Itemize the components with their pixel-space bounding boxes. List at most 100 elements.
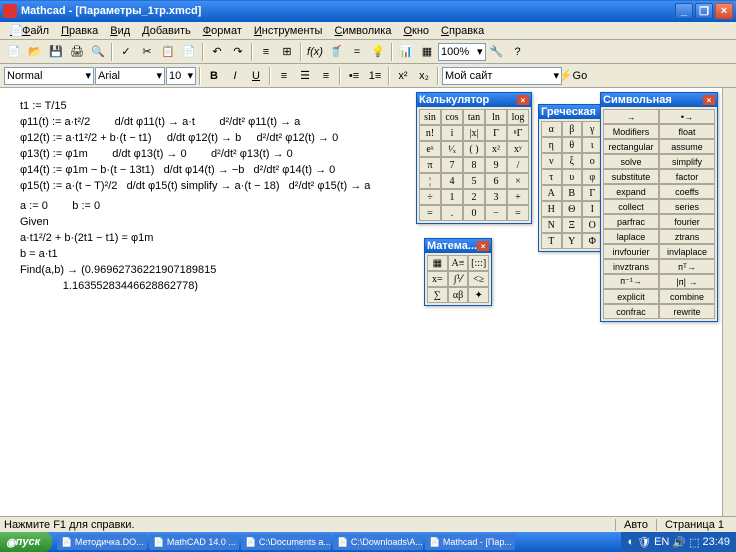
tray-icon[interactable]: ◐ bbox=[627, 536, 634, 548]
system-tray[interactable]: ◐ 🛡 EN 🔊 ⬚ 23:49 bbox=[621, 532, 736, 552]
calc-button[interactable]: − bbox=[485, 205, 507, 221]
greek-button[interactable]: α bbox=[541, 121, 562, 137]
taskbar-task[interactable]: 📄 Mathcad - [Пар... bbox=[425, 534, 515, 550]
calc-button[interactable]: 3 bbox=[485, 189, 507, 205]
greek-button[interactable]: ν bbox=[541, 153, 562, 169]
math-btn[interactable]: x= bbox=[427, 271, 448, 287]
calc-button[interactable]: sin bbox=[419, 109, 441, 125]
calc-button[interactable]: 8 bbox=[463, 157, 485, 173]
sym-button[interactable]: combine bbox=[659, 289, 715, 304]
math-btn[interactable]: <≥ bbox=[468, 271, 489, 287]
greek-button[interactable]: A bbox=[541, 185, 562, 201]
sym-button[interactable]: fourier bbox=[659, 214, 715, 229]
copy-icon[interactable]: 📋 bbox=[158, 42, 178, 62]
greek-button[interactable]: Θ bbox=[562, 201, 583, 217]
align2-icon[interactable]: ⊞ bbox=[277, 42, 297, 62]
equation-line[interactable]: Given bbox=[20, 216, 400, 228]
equation-line[interactable]: 1.16355283446628862778) bbox=[20, 280, 400, 292]
calc-button[interactable]: ¦ bbox=[419, 173, 441, 189]
equation-line[interactable]: φ15(t) := a·(t − T)²/2 d/dt φ15(t) simpl… bbox=[20, 180, 400, 192]
numbers-icon[interactable]: 1≡ bbox=[365, 66, 385, 86]
equals-icon[interactable]: = bbox=[347, 42, 367, 62]
equation-line[interactable]: a·t1²/2 + b·(2t1 − t1) = φ1m bbox=[20, 232, 400, 244]
menu-edit[interactable]: Правка bbox=[55, 23, 104, 39]
menu-tools[interactable]: Инструменты bbox=[248, 23, 329, 39]
print-icon[interactable]: 🖨 bbox=[67, 42, 87, 62]
taskbar-task[interactable]: 📄 Методичка.DO... bbox=[57, 534, 147, 550]
sym-button[interactable]: rectangular bbox=[603, 139, 659, 154]
calc-button[interactable]: . bbox=[441, 205, 463, 221]
font-combo[interactable]: Arial▾ bbox=[95, 67, 165, 85]
calc-button[interactable]: log bbox=[507, 109, 529, 125]
sym-button[interactable]: |п| → bbox=[659, 274, 715, 289]
calculator-palette[interactable]: Калькулятор× sincostanlnlogn!i|x|ΓⁿΓeˣ¹⁄… bbox=[416, 92, 532, 224]
calc-icon[interactable]: 💡 bbox=[368, 42, 388, 62]
calc-button[interactable]: Γ bbox=[485, 125, 507, 141]
menu-view[interactable]: Вид bbox=[104, 23, 136, 39]
sym-button[interactable]: parfrac bbox=[603, 214, 659, 229]
calc-button[interactable]: 6 bbox=[485, 173, 507, 189]
left-icon[interactable]: ≡ bbox=[274, 66, 294, 86]
redo-icon[interactable]: ↷ bbox=[228, 42, 248, 62]
calc-button[interactable]: x² bbox=[485, 141, 507, 157]
calc-button[interactable]: 5 bbox=[463, 173, 485, 189]
center-icon[interactable]: ☰ bbox=[295, 66, 315, 86]
sym-button[interactable]: substitute bbox=[603, 169, 659, 184]
greek-button[interactable]: T bbox=[541, 233, 562, 249]
sym-button[interactable]: series bbox=[659, 199, 715, 214]
calc-button[interactable]: / bbox=[507, 157, 529, 173]
greek-button[interactable]: β bbox=[562, 121, 583, 137]
vertical-scrollbar[interactable] bbox=[722, 88, 736, 516]
greek-button[interactable]: B bbox=[562, 185, 583, 201]
menu-insert[interactable]: Добавить bbox=[136, 23, 197, 39]
calc-button[interactable]: 2 bbox=[463, 189, 485, 205]
calc-button[interactable]: ÷ bbox=[419, 189, 441, 205]
sym-button[interactable]: solve bbox=[603, 154, 659, 169]
taskbar-task[interactable]: 📄 C:\Downloads\A... bbox=[333, 534, 423, 550]
math-btn[interactable]: [:::] bbox=[468, 255, 489, 271]
equation-line[interactable]: φ11(t) := a·t²/2 d/dt φ11(t) → a·t d²/dt… bbox=[20, 116, 400, 128]
bullets-icon[interactable]: •≡ bbox=[344, 66, 364, 86]
start-button[interactable]: ◉ пуск bbox=[0, 532, 52, 552]
calc-button[interactable]: eˣ bbox=[419, 141, 441, 157]
minimize-button[interactable]: _ bbox=[675, 3, 693, 19]
paste-icon[interactable]: 📄 bbox=[179, 42, 199, 62]
sym-button[interactable]: laplace bbox=[603, 229, 659, 244]
go-button[interactable]: ⚡Go bbox=[563, 66, 583, 86]
calc-close-icon[interactable]: × bbox=[517, 95, 529, 105]
taskbar-task[interactable]: 📄 MathCAD 14.0 ... bbox=[149, 534, 239, 550]
math-btn[interactable]: A≡ bbox=[448, 255, 469, 271]
greek-button[interactable]: υ bbox=[562, 169, 583, 185]
menu-file[interactable]: Файл bbox=[16, 23, 55, 39]
sym-button[interactable]: invztrans bbox=[603, 259, 659, 274]
math-btn[interactable]: αβ bbox=[448, 287, 469, 303]
unit-icon[interactable]: 🥤 bbox=[326, 42, 346, 62]
close-button[interactable]: × bbox=[715, 3, 733, 19]
align-icon[interactable]: ≡ bbox=[256, 42, 276, 62]
fx-icon[interactable]: f(x) bbox=[305, 42, 325, 62]
calc-button[interactable]: × bbox=[507, 173, 529, 189]
symbolic-palette[interactable]: Символьная× →•→Modifiersfloatrectangular… bbox=[600, 92, 718, 322]
calc-button[interactable]: |x| bbox=[463, 125, 485, 141]
calc-button[interactable]: i bbox=[441, 125, 463, 141]
calc-button[interactable]: n! bbox=[419, 125, 441, 141]
greek-button[interactable]: η bbox=[541, 137, 562, 153]
cut-icon[interactable]: ✂ bbox=[137, 42, 157, 62]
calc-button[interactable]: 0 bbox=[463, 205, 485, 221]
menu-help[interactable]: Справка bbox=[435, 23, 490, 39]
sym-button[interactable]: ztrans bbox=[659, 229, 715, 244]
taskbar-task[interactable]: 📄 C:\Documents a... bbox=[241, 534, 331, 550]
equation-line[interactable]: a := 0 b := 0 bbox=[20, 200, 400, 212]
spell-icon[interactable]: ✓ bbox=[116, 42, 136, 62]
graph-icon[interactable]: 📊 bbox=[396, 42, 416, 62]
help-icon[interactable]: ? bbox=[508, 42, 528, 62]
tools-icon[interactable]: 🔧 bbox=[487, 42, 507, 62]
greek-button[interactable]: H bbox=[541, 201, 562, 217]
italic-icon[interactable]: I bbox=[225, 66, 245, 86]
sym-button[interactable]: assume bbox=[659, 139, 715, 154]
calc-button[interactable]: xʸ bbox=[507, 141, 529, 157]
calc-button[interactable]: 4 bbox=[441, 173, 463, 189]
table-icon[interactable]: ▦ bbox=[417, 42, 437, 62]
underline-icon[interactable]: U bbox=[246, 66, 266, 86]
document-area[interactable]: t1 := T/15φ11(t) := a·t²/2 d/dt φ11(t) →… bbox=[0, 88, 420, 516]
